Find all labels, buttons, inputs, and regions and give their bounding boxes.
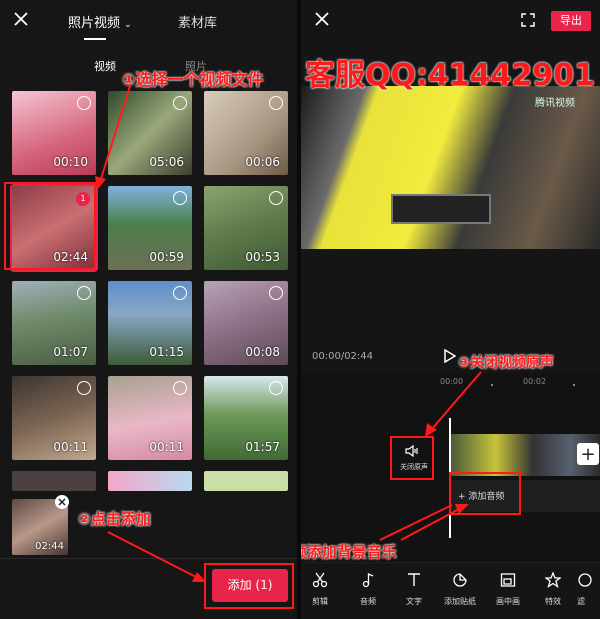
video-duration: 02:44 bbox=[53, 250, 88, 264]
toolbar-audio[interactable]: 音频 bbox=[346, 572, 390, 607]
toolbar-cut-label: 剪辑 bbox=[312, 597, 328, 606]
text-icon bbox=[408, 573, 420, 586]
media-picker-panel: 照片视频 ⌄ 素材库 视频 照片 00:10 05:06 00:06 1 02:… bbox=[0, 0, 297, 619]
annotation-arrows-right bbox=[400, 371, 482, 541]
toolbar-audio-label: 音频 bbox=[360, 597, 376, 606]
toolbar-pip[interactable]: 画中画 bbox=[486, 572, 530, 607]
selection-badge[interactable]: 1 bbox=[76, 192, 90, 206]
picture-in-picture-icon bbox=[500, 573, 516, 587]
toolbar-sticker[interactable]: 添加贴纸 bbox=[438, 572, 482, 607]
annotation-arrows-left bbox=[95, 85, 206, 582]
sticker-icon bbox=[453, 573, 467, 587]
toolbar-text-label: 文字 bbox=[406, 597, 422, 606]
music-note-icon bbox=[362, 572, 374, 588]
toolbar-effects[interactable]: 特效 bbox=[531, 571, 575, 607]
toolbar-filter[interactable]: 滤 bbox=[577, 572, 600, 607]
scissors-icon bbox=[312, 572, 328, 588]
star-icon bbox=[544, 571, 562, 589]
toolbar-text[interactable]: 文字 bbox=[392, 572, 436, 607]
toolbar-sticker-label: 添加贴纸 bbox=[444, 597, 476, 606]
toolbar-effects-label: 特效 bbox=[545, 597, 561, 606]
toolbar-cut[interactable]: 剪辑 bbox=[301, 572, 342, 607]
filter-icon bbox=[578, 573, 592, 587]
editor-panel: 导出 腾讯视频 客服QQ:41442901 00:00/02:44 00:00 … bbox=[301, 0, 600, 619]
toolbar-filter-label: 滤 bbox=[577, 597, 585, 606]
toolbar-pip-label: 画中画 bbox=[496, 597, 520, 606]
